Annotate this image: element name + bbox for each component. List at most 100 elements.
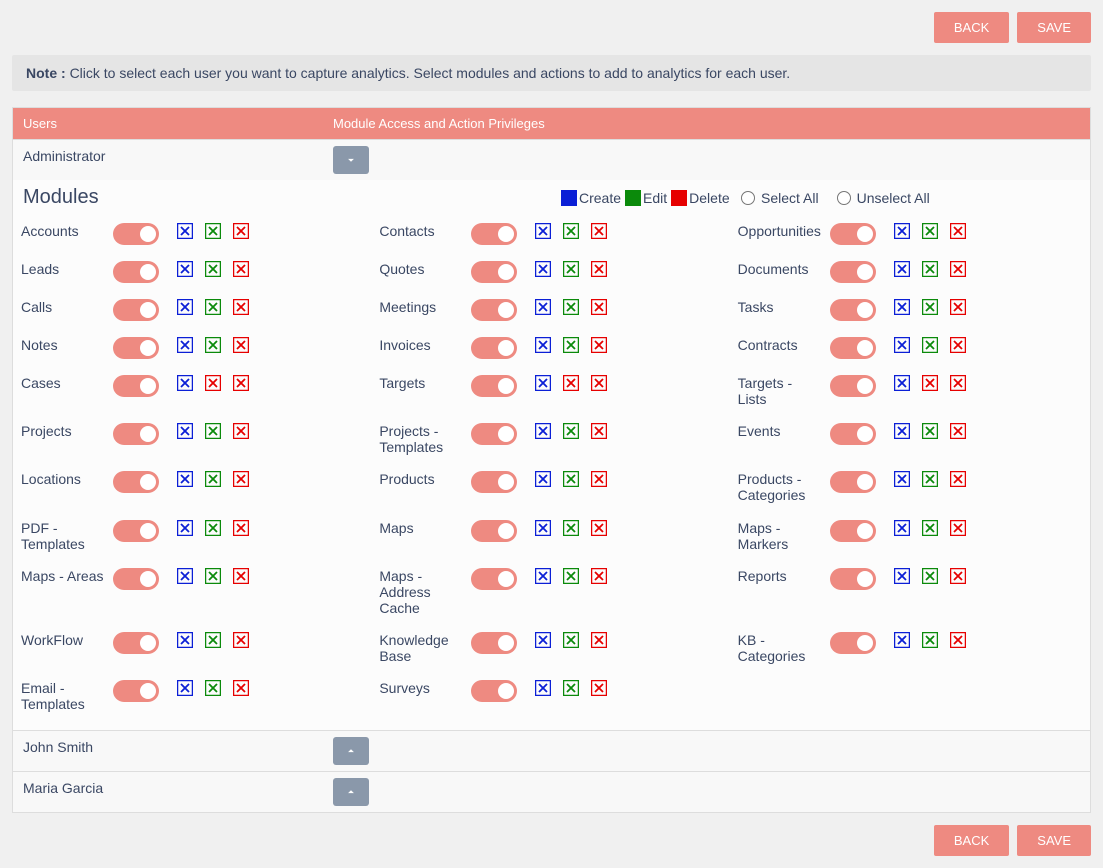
- delete-checkbox[interactable]: [233, 299, 249, 315]
- delete-checkbox[interactable]: [950, 423, 966, 439]
- save-button[interactable]: SAVE: [1017, 12, 1091, 43]
- delete-checkbox[interactable]: [233, 632, 249, 648]
- module-toggle[interactable]: [113, 471, 159, 493]
- create-checkbox[interactable]: [177, 471, 193, 487]
- create-checkbox[interactable]: [177, 632, 193, 648]
- module-toggle[interactable]: [471, 632, 517, 654]
- create-checkbox[interactable]: [894, 568, 910, 584]
- module-toggle[interactable]: [830, 568, 876, 590]
- delete-checkbox[interactable]: [950, 471, 966, 487]
- edit-checkbox[interactable]: [922, 423, 938, 439]
- create-checkbox[interactable]: [177, 261, 193, 277]
- delete-checkbox[interactable]: [233, 223, 249, 239]
- delete-checkbox[interactable]: [591, 680, 607, 696]
- edit-checkbox[interactable]: [205, 261, 221, 277]
- create-checkbox[interactable]: [177, 375, 193, 391]
- delete-checkbox[interactable]: [950, 520, 966, 536]
- module-toggle[interactable]: [830, 520, 876, 542]
- delete-checkbox[interactable]: [591, 471, 607, 487]
- edit-checkbox[interactable]: [563, 632, 579, 648]
- module-toggle[interactable]: [830, 375, 876, 397]
- expand-button[interactable]: [333, 737, 369, 765]
- edit-checkbox[interactable]: [563, 520, 579, 536]
- delete-checkbox[interactable]: [233, 375, 249, 391]
- create-checkbox[interactable]: [894, 632, 910, 648]
- delete-checkbox[interactable]: [591, 299, 607, 315]
- select-all-radio[interactable]: Select All: [741, 190, 819, 206]
- module-toggle[interactable]: [471, 299, 517, 321]
- edit-checkbox[interactable]: [563, 568, 579, 584]
- edit-checkbox[interactable]: [563, 337, 579, 353]
- create-checkbox[interactable]: [535, 337, 551, 353]
- module-toggle[interactable]: [471, 520, 517, 542]
- module-toggle[interactable]: [471, 261, 517, 283]
- module-toggle[interactable]: [830, 337, 876, 359]
- delete-checkbox[interactable]: [950, 632, 966, 648]
- module-toggle[interactable]: [113, 520, 159, 542]
- delete-checkbox[interactable]: [950, 568, 966, 584]
- edit-checkbox[interactable]: [922, 375, 938, 391]
- edit-checkbox[interactable]: [205, 299, 221, 315]
- module-toggle[interactable]: [113, 680, 159, 702]
- module-toggle[interactable]: [471, 471, 517, 493]
- module-toggle[interactable]: [113, 632, 159, 654]
- edit-checkbox[interactable]: [205, 680, 221, 696]
- create-checkbox[interactable]: [894, 299, 910, 315]
- edit-checkbox[interactable]: [563, 423, 579, 439]
- module-toggle[interactable]: [471, 568, 517, 590]
- create-checkbox[interactable]: [894, 520, 910, 536]
- edit-checkbox[interactable]: [563, 261, 579, 277]
- save-button[interactable]: SAVE: [1017, 825, 1091, 856]
- delete-checkbox[interactable]: [591, 223, 607, 239]
- create-checkbox[interactable]: [535, 261, 551, 277]
- edit-checkbox[interactable]: [922, 568, 938, 584]
- module-toggle[interactable]: [113, 299, 159, 321]
- create-checkbox[interactable]: [535, 299, 551, 315]
- module-toggle[interactable]: [471, 680, 517, 702]
- delete-checkbox[interactable]: [591, 423, 607, 439]
- module-toggle[interactable]: [471, 423, 517, 445]
- create-checkbox[interactable]: [535, 680, 551, 696]
- module-toggle[interactable]: [113, 337, 159, 359]
- module-toggle[interactable]: [830, 223, 876, 245]
- back-button[interactable]: BACK: [934, 825, 1009, 856]
- create-checkbox[interactable]: [535, 471, 551, 487]
- module-toggle[interactable]: [113, 261, 159, 283]
- module-toggle[interactable]: [830, 632, 876, 654]
- create-checkbox[interactable]: [177, 520, 193, 536]
- unselect-all-input[interactable]: [837, 191, 851, 205]
- delete-checkbox[interactable]: [591, 520, 607, 536]
- edit-checkbox[interactable]: [922, 299, 938, 315]
- edit-checkbox[interactable]: [563, 680, 579, 696]
- edit-checkbox[interactable]: [922, 261, 938, 277]
- edit-checkbox[interactable]: [563, 471, 579, 487]
- module-toggle[interactable]: [471, 337, 517, 359]
- edit-checkbox[interactable]: [922, 337, 938, 353]
- delete-checkbox[interactable]: [591, 337, 607, 353]
- create-checkbox[interactable]: [177, 423, 193, 439]
- module-toggle[interactable]: [113, 423, 159, 445]
- delete-checkbox[interactable]: [233, 261, 249, 277]
- delete-checkbox[interactable]: [950, 299, 966, 315]
- create-checkbox[interactable]: [535, 632, 551, 648]
- delete-checkbox[interactable]: [233, 471, 249, 487]
- edit-checkbox[interactable]: [205, 471, 221, 487]
- module-toggle[interactable]: [113, 375, 159, 397]
- edit-checkbox[interactable]: [205, 223, 221, 239]
- delete-checkbox[interactable]: [233, 520, 249, 536]
- edit-checkbox[interactable]: [563, 223, 579, 239]
- delete-checkbox[interactable]: [950, 337, 966, 353]
- create-checkbox[interactable]: [535, 223, 551, 239]
- edit-checkbox[interactable]: [205, 423, 221, 439]
- edit-checkbox[interactable]: [205, 337, 221, 353]
- delete-checkbox[interactable]: [233, 680, 249, 696]
- delete-checkbox[interactable]: [950, 375, 966, 391]
- create-checkbox[interactable]: [894, 337, 910, 353]
- expand-button[interactable]: [333, 778, 369, 806]
- create-checkbox[interactable]: [535, 423, 551, 439]
- edit-checkbox[interactable]: [563, 375, 579, 391]
- create-checkbox[interactable]: [894, 423, 910, 439]
- create-checkbox[interactable]: [177, 299, 193, 315]
- delete-checkbox[interactable]: [950, 261, 966, 277]
- create-checkbox[interactable]: [894, 223, 910, 239]
